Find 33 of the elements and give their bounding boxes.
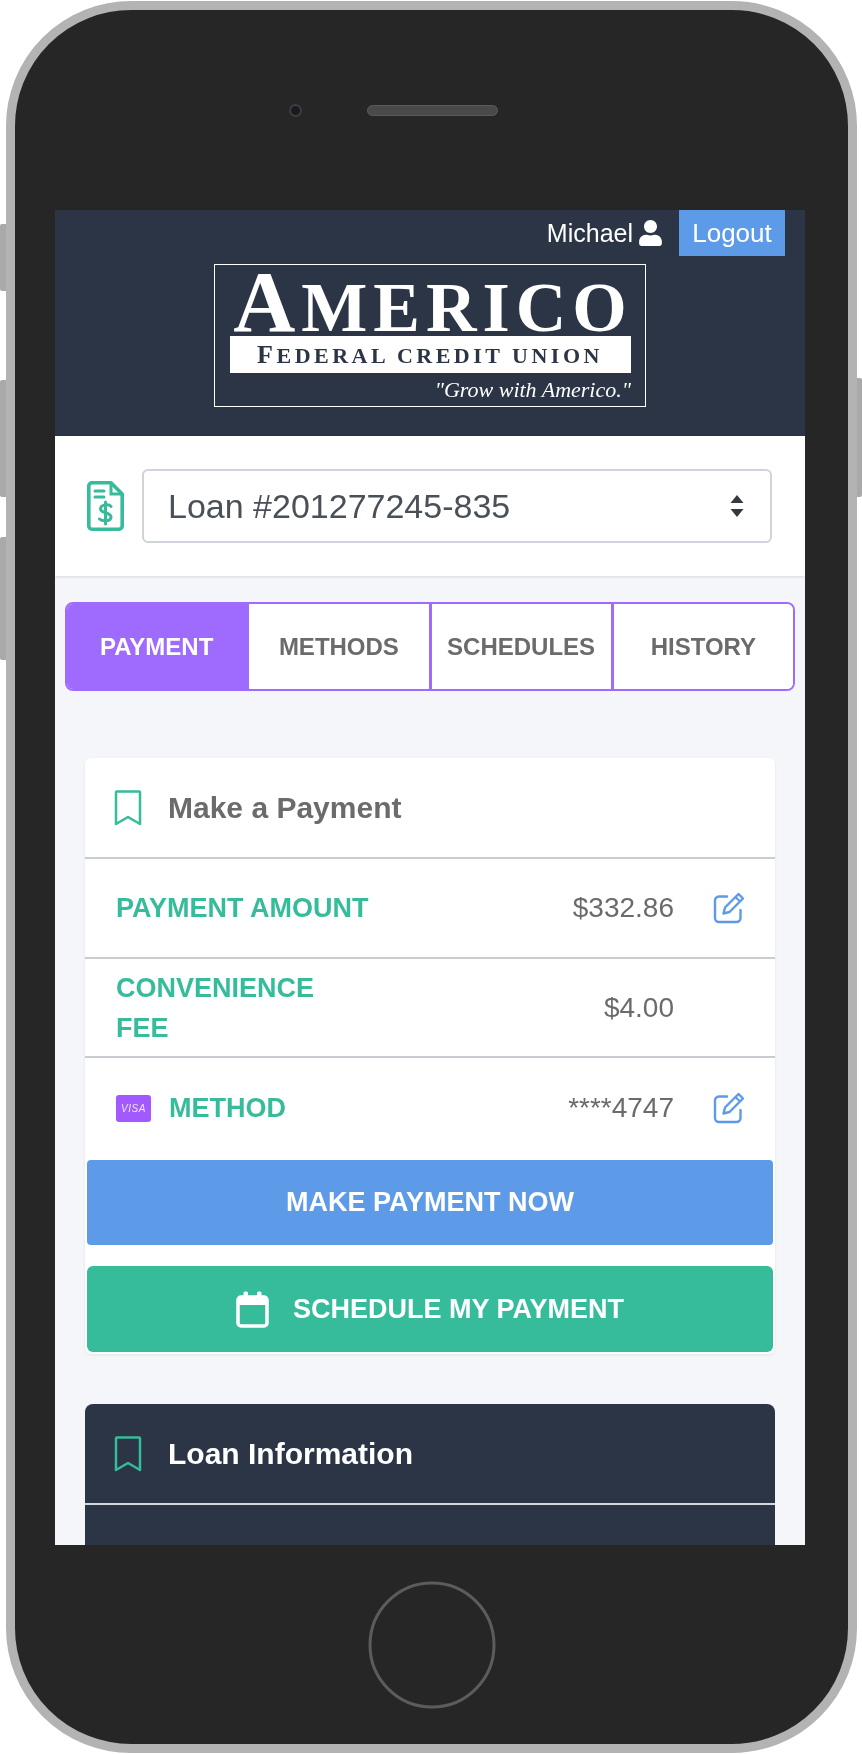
loan-select[interactable]: Loan #201277245-835 [142, 469, 772, 543]
file-dollar-icon [87, 481, 124, 531]
card-brand-badge: VISA [116, 1094, 151, 1122]
field-value: $4.00 [603, 990, 674, 1025]
logout-button[interactable]: Logout [679, 210, 785, 256]
user-name: Michael [546, 218, 633, 248]
home-button-icon [367, 1580, 496, 1709]
speaker-grille-icon [367, 104, 498, 116]
up-down-caret-icon [730, 494, 744, 518]
field-value: $332.86 [572, 891, 674, 925]
logo-tagline: "Grow with Americo." [434, 376, 631, 404]
tab[interactable]: PAYMENT [67, 604, 247, 689]
action-button[interactable]: MAKE PAYMENT NOW [87, 1160, 773, 1245]
bookmark-icon [114, 789, 142, 826]
phone-side-button[interactable] [0, 380, 6, 497]
field-label: PAYMENT AMOUNT [116, 892, 369, 925]
phone-side-button[interactable] [0, 224, 6, 291]
tab[interactable]: HISTORY [610, 604, 793, 689]
phone-side-button[interactable] [0, 537, 6, 660]
calendar-icon [235, 1290, 269, 1328]
field-label: CONVENIENCE FEE [116, 971, 316, 1045]
camera-icon [289, 103, 302, 117]
field-value: ****4747 [568, 1091, 674, 1125]
card-title: Make a Payment [168, 789, 402, 826]
logo-wordmark: AMERICO [232, 268, 633, 336]
phone-side-button[interactable] [857, 378, 862, 497]
field-label: METHOD [169, 1092, 286, 1125]
card-title: Loan Information [168, 1435, 413, 1472]
edit-icon[interactable] [713, 892, 745, 924]
edit-icon[interactable] [713, 1092, 745, 1124]
bookmark-icon [114, 1435, 142, 1472]
user-icon [638, 220, 663, 246]
logo-subtitle-bar: FEDERAL CREDIT UNION [229, 336, 631, 373]
